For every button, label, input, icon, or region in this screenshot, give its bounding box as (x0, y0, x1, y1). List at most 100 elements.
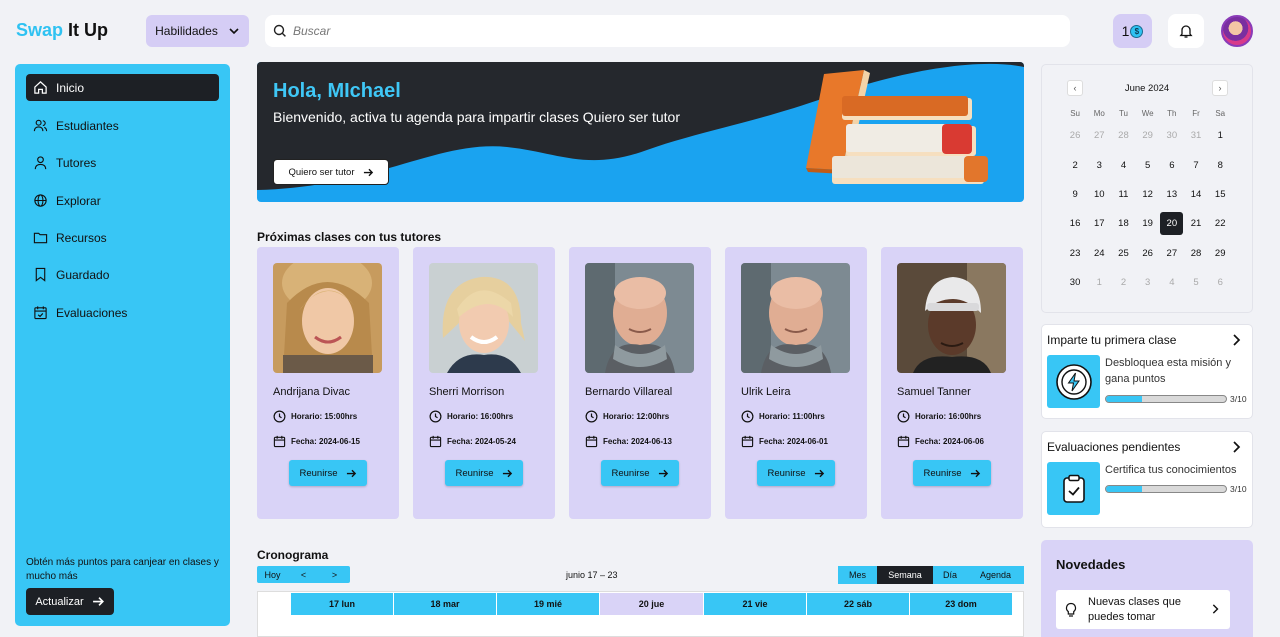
calendar-day[interactable]: 15 (1208, 180, 1232, 209)
next-week-button[interactable]: > (319, 570, 350, 580)
arrow-right-icon (92, 597, 104, 606)
calendar-day[interactable]: 1 (1087, 268, 1111, 297)
calendar-day[interactable]: 21 (1184, 209, 1208, 238)
day-header: 19 mié (497, 593, 600, 615)
mission-progress-bar (1105, 485, 1227, 493)
arrow-right-icon (363, 168, 373, 176)
calendar-day[interactable]: 29 (1208, 239, 1232, 268)
join-meeting-button[interactable]: Reunirse (289, 460, 367, 486)
home-icon (34, 81, 47, 94)
user-avatar[interactable] (1221, 15, 1253, 47)
today-button[interactable]: Hoy (257, 570, 288, 580)
calendar-day[interactable]: 28 (1184, 239, 1208, 268)
calendar-day[interactable]: 2 (1063, 150, 1087, 179)
sidebar-item-estudiantes[interactable]: Estudiantes (26, 112, 219, 139)
view-agenda-button[interactable]: Agenda (967, 566, 1024, 584)
day-header-today: 20 jue (600, 593, 704, 615)
calendar-day[interactable]: 28 (1111, 121, 1135, 150)
calendar-day[interactable]: 30 (1063, 268, 1087, 297)
calendar-day[interactable]: 11 (1111, 180, 1135, 209)
calendar-day[interactable]: 5 (1136, 150, 1160, 179)
mini-calendar: ‹ June 2024 › Su Mo Tu We Th Fr Sa 26 27 28 29 30 31… (1041, 64, 1253, 313)
sidebar-item-tutores[interactable]: Tutores (26, 149, 219, 176)
prev-week-button[interactable]: < (288, 570, 319, 580)
calendar-day[interactable]: 27 (1160, 239, 1184, 268)
calendar-day[interactable]: 8 (1208, 150, 1232, 179)
calendar-day[interactable]: 19 (1136, 209, 1160, 238)
calendar-day[interactable]: 12 (1136, 180, 1160, 209)
sidebar-item-recursos[interactable]: Recursos (26, 224, 219, 251)
bell-icon (1179, 25, 1193, 38)
clock-icon (741, 410, 754, 423)
app-logo[interactable]: Swap It Up (16, 20, 108, 41)
clipboard-check-icon (1062, 474, 1085, 503)
sidebar-item-explorar[interactable]: Explorar (26, 187, 219, 214)
join-meeting-button[interactable]: Reunirse (445, 460, 523, 486)
schedule-week-grid: 17 lun 18 mar 19 mié 20 jue 21 vie 22 sá… (257, 591, 1024, 637)
chevron-right-icon (1212, 604, 1219, 614)
greeting-title: Hola, MIchael (273, 80, 401, 102)
calendar-day[interactable]: 10 (1087, 180, 1111, 209)
become-tutor-button[interactable]: Quiero ser tutor (273, 159, 389, 185)
notifications-button[interactable] (1168, 14, 1204, 48)
calendar-day[interactable]: 16 (1063, 209, 1087, 238)
calendar-day[interactable]: 29 (1136, 121, 1160, 150)
calendar-day[interactable]: 3 (1136, 268, 1160, 297)
calendar-day[interactable]: 13 (1160, 180, 1184, 209)
calendar-day[interactable]: 24 (1087, 239, 1111, 268)
mission-description: Desbloquea esta misión y gana puntos (1105, 357, 1231, 385)
search-bar[interactable]: Buscar (265, 15, 1070, 47)
calendar-day[interactable]: 27 (1087, 121, 1111, 150)
calendar-day[interactable]: 17 (1087, 209, 1111, 238)
calendar-day[interactable]: 6 (1208, 268, 1232, 297)
view-week-button[interactable]: Semana (877, 566, 933, 584)
arrow-right-icon (970, 469, 980, 477)
sidebar-item-inicio[interactable]: Inicio (26, 74, 219, 101)
schedule-view-switcher: Mes Semana Día Agenda (838, 566, 1024, 584)
calendar-day[interactable]: 2 (1111, 268, 1135, 297)
class-time: Horario: 15:00hrs (273, 410, 357, 423)
calendar-day[interactable]: 6 (1160, 150, 1184, 179)
view-month-button[interactable]: Mes (838, 566, 877, 584)
sidebar-item-guardado[interactable]: Guardado (26, 261, 219, 288)
arrow-right-icon (658, 469, 668, 477)
view-day-button[interactable]: Día (933, 566, 967, 584)
calendar-day[interactable]: 30 (1160, 121, 1184, 150)
day-header: 17 lun (291, 593, 394, 615)
mission-title: Imparte tu primera clase (1047, 333, 1177, 347)
join-meeting-button[interactable]: Reunirse (913, 460, 991, 486)
news-title: Novedades (1056, 557, 1126, 572)
tutor-card: Ulrik Leira Horario: 11:00hrs Fecha: 202… (725, 247, 867, 519)
join-meeting-button[interactable]: Reunirse (601, 460, 679, 486)
calendar-day[interactable]: 4 (1111, 150, 1135, 179)
mission-progress-count: 3/10 (1230, 484, 1247, 494)
mission-card-first-class[interactable]: Imparte tu primera clase Desbloquea esta… (1041, 324, 1253, 419)
calendar-day[interactable]: 3 (1087, 150, 1111, 179)
calendar-day[interactable]: 31 (1184, 121, 1208, 150)
calendar-day-selected[interactable]: 20 (1160, 209, 1184, 238)
upgrade-button[interactable]: Actualizar (26, 588, 114, 615)
calendar-day[interactable]: 26 (1063, 121, 1087, 150)
sidebar-item-evaluaciones[interactable]: Evaluaciones (26, 299, 219, 326)
calendar-day[interactable]: 26 (1136, 239, 1160, 268)
tutor-card: Samuel Tanner Horario: 16:00hrs Fecha: 2… (881, 247, 1023, 519)
next-month-button[interactable]: › (1212, 80, 1228, 96)
arrow-right-icon (346, 469, 356, 477)
calendar-day[interactable]: 4 (1160, 268, 1184, 297)
calendar-day[interactable]: 7 (1184, 150, 1208, 179)
skills-dropdown[interactable]: Habilidades (146, 15, 249, 47)
calendar-day[interactable]: 22 (1208, 209, 1232, 238)
calendar-day[interactable]: 23 (1063, 239, 1087, 268)
weekday-label: Sa (1215, 108, 1226, 118)
news-item[interactable]: Nuevas clases que puedes tomar (1056, 590, 1230, 629)
join-meeting-button[interactable]: Reunirse (757, 460, 835, 486)
calendar-day[interactable]: 14 (1184, 180, 1208, 209)
calendar-day[interactable]: 5 (1184, 268, 1208, 297)
mission-card-pending-evaluations[interactable]: Evaluaciones pendientes Certifica tus co… (1041, 431, 1253, 528)
calendar-day[interactable]: 9 (1063, 180, 1087, 209)
points-badge[interactable]: 1 $ (1113, 14, 1152, 48)
tutor-photo (585, 263, 694, 373)
calendar-day[interactable]: 1 (1208, 121, 1232, 150)
calendar-day[interactable]: 25 (1111, 239, 1135, 268)
calendar-day[interactable]: 18 (1111, 209, 1135, 238)
